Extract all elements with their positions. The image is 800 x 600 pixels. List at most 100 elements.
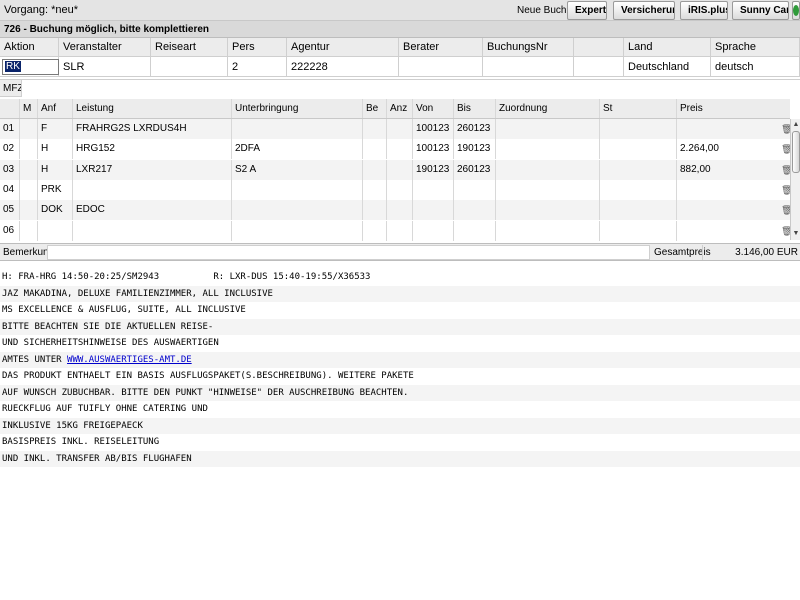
cell-m[interactable] — [20, 139, 38, 160]
cell-anz[interactable] — [387, 200, 413, 221]
table-row[interactable]: 06 — [0, 220, 790, 241]
cell-leistung[interactable] — [73, 220, 232, 241]
delete-row-icon[interactable]: 🗑 — [781, 185, 792, 195]
cell-zuordnung[interactable] — [496, 139, 600, 160]
cell-st[interactable] — [600, 159, 677, 180]
cell-von[interactable] — [413, 200, 454, 221]
cell-unterbringung[interactable] — [232, 200, 363, 221]
scroll-thumb[interactable] — [792, 131, 800, 173]
cell-leistung[interactable]: HRG152 — [73, 139, 232, 160]
table-row[interactable]: 01 F FRAHRG2S LXRDUS4H 100123 260123 — [0, 119, 790, 139]
reiseart-field[interactable] — [151, 57, 228, 77]
table-row[interactable]: 04 PRK — [0, 179, 790, 200]
expert-button[interactable]: Expert — [567, 1, 607, 20]
cell-m[interactable] — [20, 200, 38, 221]
scroll-up-icon[interactable]: ▲ — [791, 120, 800, 130]
cell-nr[interactable]: 06 — [0, 220, 20, 241]
grid-scrollbar[interactable]: ▲ ▼ — [790, 119, 800, 240]
cell-unterbringung[interactable] — [232, 220, 363, 241]
aktion-input[interactable]: RK — [2, 59, 59, 75]
cell-anf[interactable]: H — [38, 159, 73, 180]
cell-zuordnung[interactable] — [496, 179, 600, 200]
cell-m[interactable] — [20, 179, 38, 200]
cell-unterbringung[interactable]: S2 A — [232, 159, 363, 180]
cell-bis[interactable]: 260123 — [454, 119, 496, 139]
blank-field[interactable] — [574, 57, 624, 77]
agentur-field[interactable]: 222228 — [287, 57, 399, 77]
cell-st[interactable] — [600, 179, 677, 200]
cell-leistung[interactable]: LXR217 — [73, 159, 232, 180]
iris-plus-button[interactable]: iRIS.plus — [680, 1, 728, 20]
bemerkung-input[interactable] — [47, 245, 650, 260]
cell-m[interactable] — [20, 119, 38, 139]
cell-nr[interactable]: 05 — [0, 200, 20, 221]
cell-m[interactable] — [20, 159, 38, 180]
cell-nr[interactable]: 04 — [0, 179, 20, 200]
cell-be[interactable] — [363, 139, 387, 160]
delete-row-icon[interactable]: 🗑 — [781, 165, 792, 175]
cell-nr[interactable]: 03 — [0, 159, 20, 180]
cell-leistung[interactable]: FRAHRG2S LXRDUS4H — [73, 119, 232, 139]
delete-row-icon[interactable]: 🗑 — [781, 205, 792, 215]
auswaertiges-amt-link[interactable]: WWW.AUSWAERTIGES-AMT.DE — [67, 355, 192, 365]
scroll-down-icon[interactable]: ▼ — [791, 229, 800, 239]
cell-preis[interactable] — [677, 119, 790, 139]
cell-leistung[interactable]: EDOC — [73, 200, 232, 221]
cell-anf[interactable]: H — [38, 139, 73, 160]
cell-preis[interactable] — [677, 180, 790, 200]
sunny-cars-button[interactable]: Sunny Cars — [732, 1, 789, 20]
table-row[interactable]: 05 DOK EDOC — [0, 200, 790, 221]
cell-preis[interactable]: 2.264,00 — [677, 139, 790, 159]
cell-zuordnung[interactable] — [496, 220, 600, 241]
cell-preis[interactable]: 882,00 — [677, 160, 790, 180]
cell-anz[interactable] — [387, 119, 413, 139]
delete-row-icon[interactable]: 🗑 — [781, 124, 792, 134]
cell-preis[interactable] — [677, 221, 790, 241]
buchungsnr-field[interactable] — [483, 57, 574, 77]
cell-anf[interactable] — [38, 220, 73, 241]
cell-von[interactable]: 100123 — [413, 139, 454, 160]
cell-anz[interactable] — [387, 159, 413, 180]
cell-be[interactable] — [363, 179, 387, 200]
cell-zuordnung[interactable] — [496, 159, 600, 180]
cell-be[interactable] — [363, 200, 387, 221]
cell-bis[interactable] — [454, 179, 496, 200]
cell-von[interactable] — [413, 220, 454, 241]
cell-zuordnung[interactable] — [496, 119, 600, 139]
more-button[interactable] — [792, 1, 800, 20]
cell-anz[interactable] — [387, 179, 413, 200]
versicherung-button[interactable]: Versicherung — [613, 1, 675, 20]
table-row[interactable]: 02 H HRG152 2DFA 100123 190123 2.264,00 — [0, 139, 790, 160]
veranstalter-field[interactable]: SLR — [59, 57, 151, 77]
cell-nr[interactable]: 02 — [0, 139, 20, 160]
cell-unterbringung[interactable]: 2DFA — [232, 139, 363, 160]
pers-field[interactable]: 2 — [228, 57, 287, 77]
cell-st[interactable] — [600, 139, 677, 160]
land-field[interactable]: Deutschland — [624, 57, 711, 77]
mfz-input[interactable] — [21, 80, 800, 97]
cell-unterbringung[interactable] — [232, 179, 363, 200]
cell-m[interactable] — [20, 220, 38, 241]
cell-zuordnung[interactable] — [496, 200, 600, 221]
cell-anf[interactable]: F — [38, 119, 73, 139]
cell-anz[interactable] — [387, 220, 413, 241]
cell-st[interactable] — [600, 220, 677, 241]
delete-row-icon[interactable]: 🗑 — [781, 226, 792, 236]
sprache-field[interactable]: deutsch — [711, 57, 800, 77]
cell-anf[interactable]: PRK — [38, 179, 73, 200]
cell-unterbringung[interactable] — [232, 119, 363, 139]
cell-preis[interactable] — [677, 200, 790, 220]
cell-von[interactable]: 190123 — [413, 159, 454, 180]
cell-bis[interactable]: 190123 — [454, 139, 496, 160]
cell-anz[interactable] — [387, 139, 413, 160]
cell-anf[interactable]: DOK — [38, 200, 73, 221]
cell-von[interactable]: 100123 — [413, 119, 454, 139]
cell-bis[interactable] — [454, 200, 496, 221]
delete-row-icon[interactable]: 🗑 — [781, 144, 792, 154]
table-row[interactable]: 03 H LXR217 S2 A 190123 260123 882,00 — [0, 159, 790, 180]
cell-bis[interactable] — [454, 220, 496, 241]
cell-bis[interactable]: 260123 — [454, 159, 496, 180]
cell-be[interactable] — [363, 119, 387, 139]
berater-field[interactable] — [399, 57, 483, 77]
cell-st[interactable] — [600, 200, 677, 221]
